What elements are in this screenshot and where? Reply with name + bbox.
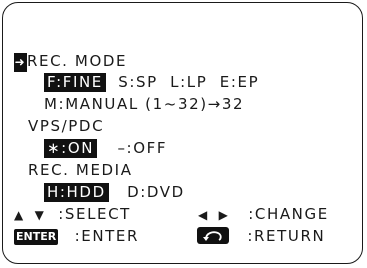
enter-key-icon: ENTER: [14, 229, 59, 245]
triangle-left-icon: ◀: [198, 208, 208, 222]
triangle-right-icon: ▶: [218, 208, 228, 222]
osd-screen: ➜REC. MODE F:FINE S:SP L:LP E:EP M:MANUA…: [0, 0, 367, 268]
legend-return-row: :RETURN: [197, 227, 325, 246]
option-manual[interactable]: M:MANUAL (1~32)→32: [44, 95, 244, 114]
rec-media-label[interactable]: REC. MEDIA: [28, 161, 133, 180]
vps-pdc-options: ∗:ON –:OFF: [44, 139, 167, 158]
cursor-arrow-icon: ➜: [14, 53, 27, 72]
legend-select: :SELECT: [58, 205, 131, 223]
option-off[interactable]: –:OFF: [117, 139, 167, 157]
triangle-up-icon: ▲: [14, 208, 24, 222]
option-on-selected[interactable]: ∗:ON: [44, 139, 98, 158]
option-sp[interactable]: S:SP: [118, 73, 158, 91]
legend-enter-row: ENTER :ENTER: [14, 227, 139, 246]
vps-pdc-label[interactable]: VPS/PDC: [28, 117, 104, 136]
legend-return: :RETURN: [247, 227, 326, 245]
option-fine-selected[interactable]: F:FINE: [44, 73, 106, 92]
legend-enter: :ENTER: [74, 227, 140, 245]
rec-mode-label: REC. MODE: [27, 52, 128, 70]
option-dvd[interactable]: D:DVD: [127, 183, 185, 201]
legend-change-row: ◀ ▶ :CHANGE: [198, 205, 329, 224]
legend-change: :CHANGE: [248, 205, 329, 223]
option-hdd-selected[interactable]: H:HDD: [44, 183, 109, 202]
option-ep[interactable]: E:EP: [220, 73, 259, 91]
triangle-down-icon: ▼: [34, 208, 44, 222]
rec-mode-row[interactable]: ➜REC. MODE: [14, 52, 128, 72]
legend-select-row: ▲ ▼ :SELECT: [14, 205, 131, 224]
rec-media-options: H:HDD D:DVD: [44, 183, 185, 202]
rec-mode-options: F:FINE S:SP L:LP E:EP: [44, 73, 259, 92]
return-key-icon: [197, 227, 229, 244]
option-lp[interactable]: L:LP: [170, 73, 207, 91]
